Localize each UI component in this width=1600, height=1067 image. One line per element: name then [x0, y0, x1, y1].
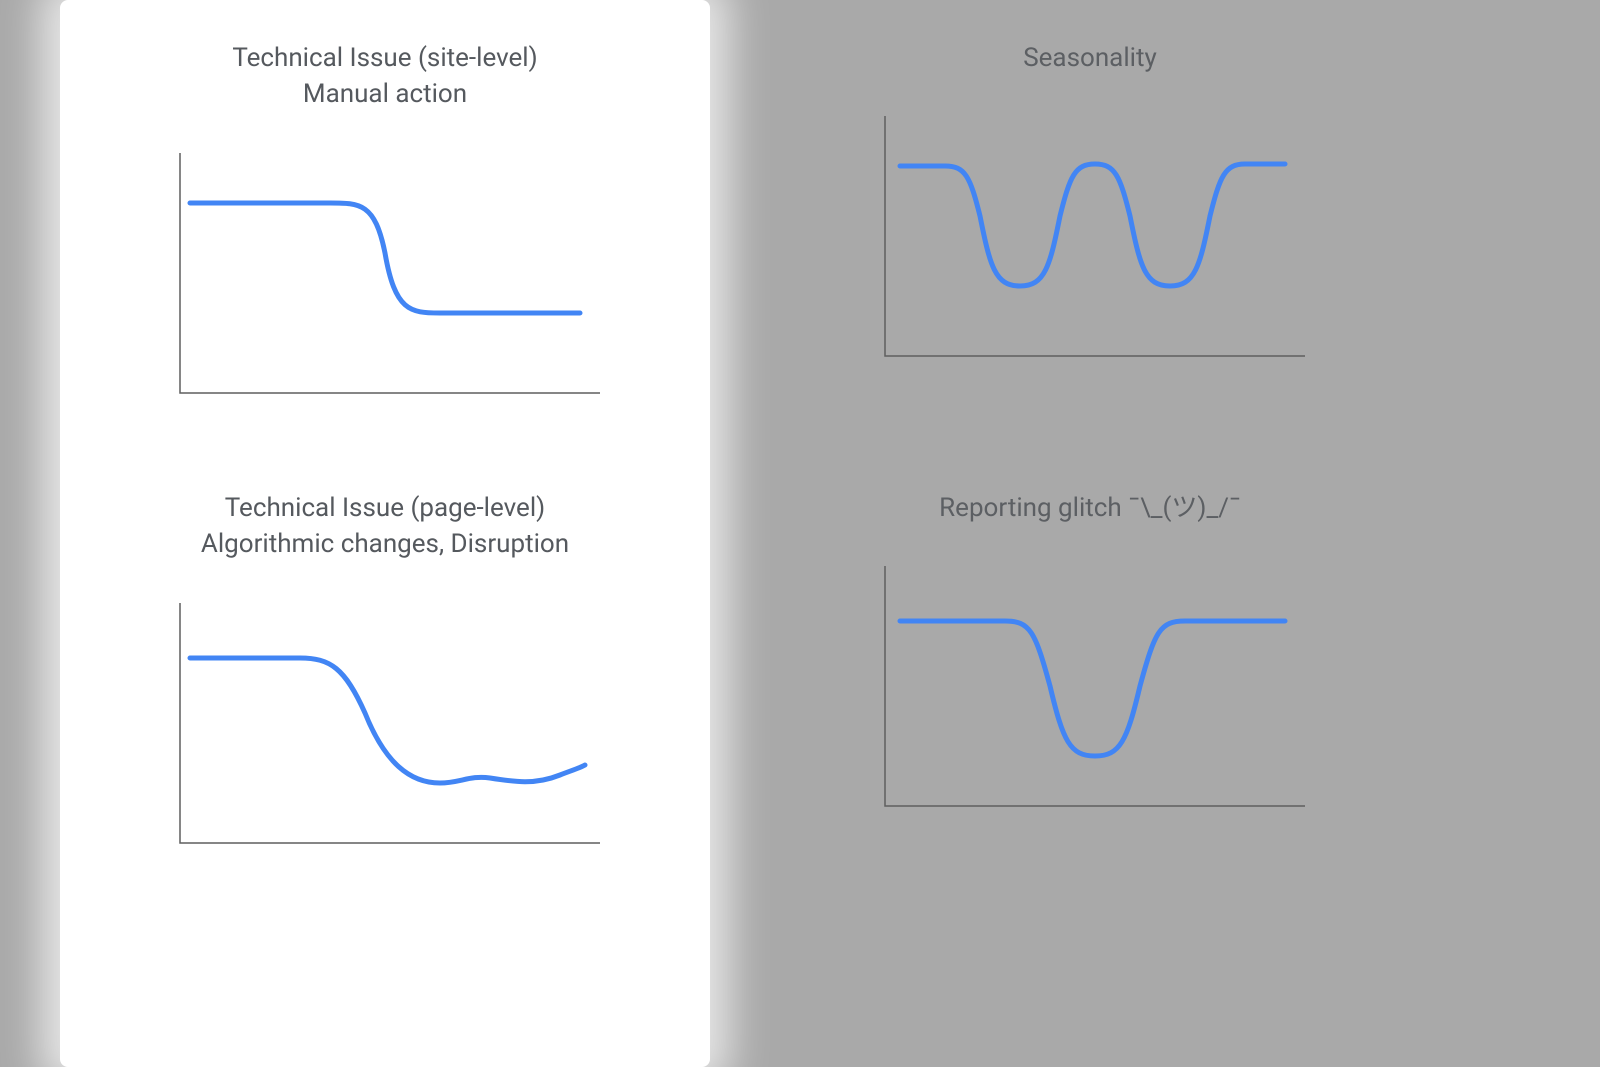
panel-title: Technical Issue (page-level) Algorithmic… [125, 490, 645, 563]
title-line-1: Technical Issue (site-level) [232, 43, 537, 73]
title-line-1: Seasonality [1023, 43, 1157, 73]
panel-title: Seasonality [830, 40, 1350, 76]
title-line-2: Manual action [303, 79, 467, 109]
panel-page-level: Technical Issue (page-level) Algorithmic… [125, 490, 645, 853]
chart-reporting-glitch [865, 556, 1315, 816]
chart-page-level [160, 593, 610, 853]
title-line-2: Algorithmic changes, Disruption [201, 529, 569, 559]
title-line-1: Reporting glitch ¯\_(ツ)_/¯ [939, 493, 1241, 523]
chart-site-level [160, 143, 610, 403]
panel-title: Technical Issue (site-level) Manual acti… [125, 40, 645, 113]
panel-title: Reporting glitch ¯\_(ツ)_/¯ [830, 490, 1350, 526]
panel-reporting-glitch: Reporting glitch ¯\_(ツ)_/¯ [830, 490, 1350, 816]
panel-seasonality: Seasonality [830, 40, 1350, 366]
panel-site-level: Technical Issue (site-level) Manual acti… [125, 40, 645, 403]
chart-seasonality [865, 106, 1315, 366]
title-line-1: Technical Issue (page-level) [225, 493, 545, 523]
